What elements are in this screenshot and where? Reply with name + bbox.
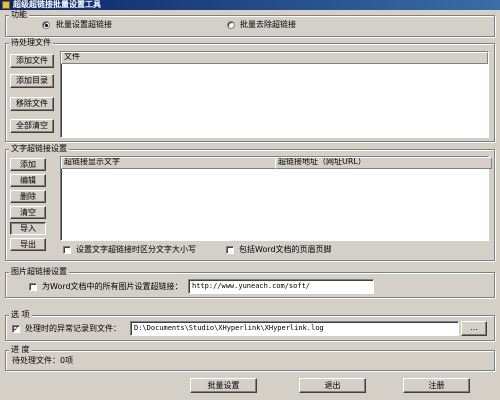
window-title: 超级超链接批量设置工具 bbox=[13, 0, 101, 9]
check-mark-icon: ✓ bbox=[13, 325, 19, 333]
image-link-group-legend: 图片超链接设置 bbox=[9, 267, 69, 276]
delete-link-button[interactable]: 删除 bbox=[10, 190, 46, 203]
image-link-label[interactable]: 为Word文档中的所有图片设置超链接： bbox=[42, 282, 183, 291]
file-list[interactable]: 文件 bbox=[60, 51, 489, 138]
browse-button[interactable]: ... bbox=[461, 321, 487, 336]
app-icon bbox=[2, 1, 10, 9]
add-link-button[interactable]: 添加 bbox=[10, 158, 46, 171]
remove-file-button[interactable]: 移除文件 bbox=[10, 97, 54, 111]
case-sensitive-checkbox[interactable] bbox=[63, 246, 71, 254]
log-path-input[interactable]: D:\Documents\Studio\XHyperlink\XHyperlin… bbox=[130, 321, 459, 336]
radio-batch-remove-label[interactable]: 批量去除超链接 bbox=[240, 20, 296, 29]
options-group-legend: 选 项 bbox=[9, 310, 32, 319]
image-link-checkbox[interactable] bbox=[29, 283, 37, 291]
file-list-header[interactable]: 文件 bbox=[61, 52, 488, 64]
clear-links-button[interactable]: 清空 bbox=[10, 206, 46, 219]
header-footer-label[interactable]: 包括Word文档的页眉页脚 bbox=[239, 245, 332, 254]
title-bar[interactable]: 超级超链接批量设置工具 bbox=[0, 0, 500, 10]
log-checkbox[interactable]: ✓ bbox=[12, 325, 20, 333]
text-link-group-legend: 文字超链接设置 bbox=[9, 144, 69, 153]
radio-batch-set[interactable] bbox=[42, 21, 50, 29]
radio-batch-set-label[interactable]: 批量设置超链接 bbox=[56, 20, 112, 29]
progress-group bbox=[5, 350, 495, 371]
link-table-header-text[interactable]: 超链接显示文字 bbox=[61, 157, 279, 169]
clear-all-button[interactable]: 全部清空 bbox=[10, 119, 54, 133]
link-table[interactable]: 超链接显示文字 超链接地址（网址URL） bbox=[60, 156, 492, 241]
progress-status: 待处理文件：0项 bbox=[12, 356, 74, 365]
link-table-header-url[interactable]: 超链接地址（网址URL） bbox=[275, 157, 492, 169]
image-url-input[interactable]: http://www.yuneach.com/soft/ bbox=[188, 279, 374, 294]
export-button[interactable]: 导出 bbox=[10, 238, 46, 251]
files-group-legend: 待处理文件 bbox=[9, 38, 53, 47]
function-group-legend: 功能 bbox=[9, 10, 29, 19]
header-footer-checkbox[interactable] bbox=[226, 246, 234, 254]
add-directory-button[interactable]: 添加目录 bbox=[10, 74, 54, 88]
case-sensitive-label[interactable]: 设置文字超链接时区分文字大小写 bbox=[76, 245, 196, 254]
log-label[interactable]: 处理时的异常记录到文件： bbox=[25, 324, 121, 333]
add-file-button[interactable]: 添加文件 bbox=[10, 54, 54, 68]
register-button[interactable]: 注册 bbox=[403, 378, 470, 393]
radio-batch-remove[interactable] bbox=[227, 21, 235, 29]
batch-set-button[interactable]: 批量设置 bbox=[190, 378, 257, 393]
exit-button[interactable]: 退出 bbox=[299, 378, 366, 393]
import-button[interactable]: 导入 bbox=[10, 222, 46, 235]
edit-link-button[interactable]: 编辑 bbox=[10, 174, 46, 187]
progress-group-legend: 进 度 bbox=[9, 345, 32, 354]
